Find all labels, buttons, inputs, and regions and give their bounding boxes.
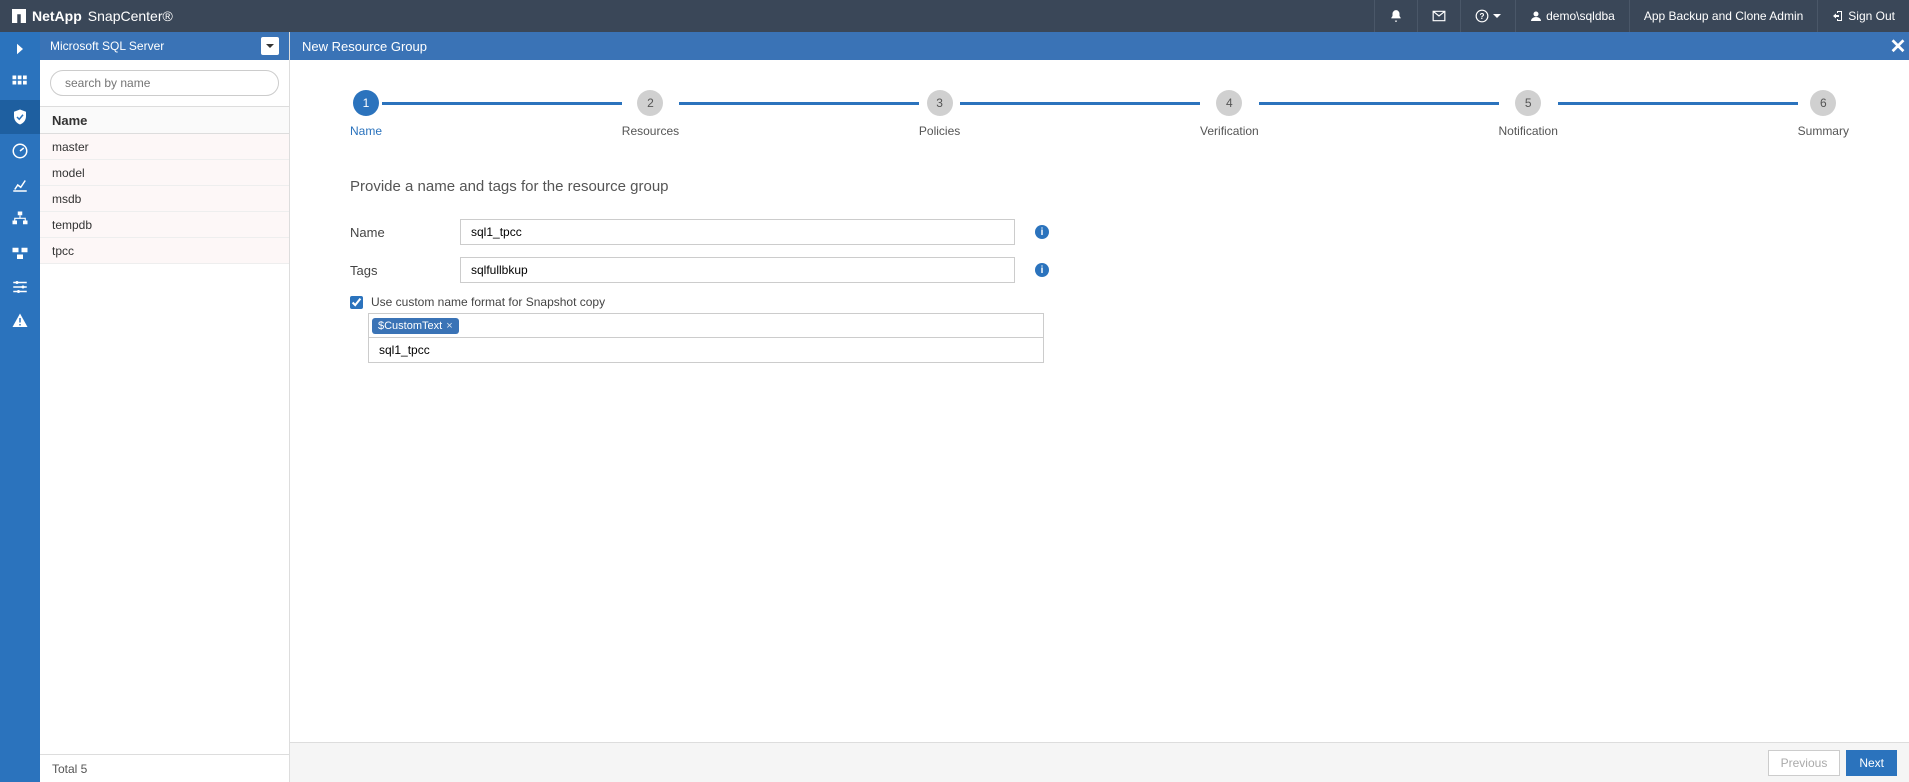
list-item[interactable]: tempdb <box>40 212 289 238</box>
nav-alerts[interactable] <box>0 304 40 338</box>
wizard-connector <box>1259 102 1499 105</box>
wizard-connector <box>960 102 1200 105</box>
wizard-step-name[interactable]: 1 Name <box>350 90 382 138</box>
mail-button[interactable] <box>1417 0 1460 32</box>
wizard-step-notification[interactable]: 5 Notification <box>1499 90 1558 138</box>
remove-tag-icon[interactable]: × <box>446 320 452 332</box>
info-icon[interactable]: i <box>1035 263 1049 277</box>
help-button[interactable]: ? <box>1460 0 1515 32</box>
wizard-step-policies[interactable]: 3 Policies <box>919 90 960 138</box>
mail-icon <box>1432 9 1446 23</box>
list-item[interactable]: msdb <box>40 186 289 212</box>
plugin-dropdown-button[interactable] <box>261 37 279 55</box>
tags-input[interactable] <box>460 257 1015 283</box>
tag-pill-customtext[interactable]: $CustomText × <box>372 318 459 334</box>
nav-rail <box>0 32 40 782</box>
custom-format-label: Use custom name format for Snapshot copy <box>371 295 605 309</box>
custom-format-checkbox[interactable] <box>350 296 363 309</box>
notifications-button[interactable] <box>1374 0 1417 32</box>
shield-icon <box>11 108 29 126</box>
plugin-selector[interactable]: Microsoft SQL Server <box>40 32 289 60</box>
list-item[interactable]: tpcc <box>40 238 289 264</box>
help-icon: ? <box>1475 9 1489 23</box>
nav-monitor[interactable] <box>0 134 40 168</box>
info-icon[interactable]: i <box>1035 225 1049 239</box>
list-item[interactable]: model <box>40 160 289 186</box>
previous-button: Previous <box>1768 750 1841 776</box>
gauge-icon <box>11 142 29 160</box>
brand-product: SnapCenter® <box>88 8 173 24</box>
user-icon <box>1530 10 1542 22</box>
user-menu[interactable]: demo\sqldba <box>1515 0 1629 32</box>
nav-hosts[interactable] <box>0 202 40 236</box>
main-title: New Resource Group <box>302 39 427 54</box>
wizard-connector <box>1558 102 1798 105</box>
nav-settings[interactable] <box>0 270 40 304</box>
chevron-down-icon <box>266 44 274 48</box>
wizard-steps: 1 Name 2 Resources 3 Policies 4 Verifica… <box>350 90 1849 138</box>
alert-icon <box>11 312 29 330</box>
nav-collapse-toggle[interactable] <box>0 32 40 66</box>
nav-dashboard[interactable] <box>0 66 40 100</box>
signout-button[interactable]: Sign Out <box>1817 0 1909 32</box>
sliders-icon <box>11 278 29 296</box>
nav-reports[interactable] <box>0 168 40 202</box>
nav-resources[interactable] <box>0 100 40 134</box>
nav-storage[interactable] <box>0 236 40 270</box>
wizard-step-verification[interactable]: 4 Verification <box>1200 90 1259 138</box>
sidebar-footer: Total 5 <box>40 754 289 782</box>
main-panel: New Resource Group ✕ 1 Name 2 Resources … <box>290 32 1909 782</box>
role-label[interactable]: App Backup and Clone Admin <box>1629 0 1817 32</box>
resource-sidebar: Microsoft SQL Server Name master model m… <box>40 32 290 782</box>
signout-icon <box>1832 10 1844 22</box>
wizard-step-summary[interactable]: 6 Summary <box>1798 90 1849 138</box>
username-label: demo\sqldba <box>1546 9 1615 23</box>
list-column-header[interactable]: Name <box>40 106 289 134</box>
main-header: New Resource Group ✕ <box>290 32 1909 60</box>
wizard-step-resources[interactable]: 2 Resources <box>622 90 679 138</box>
list-item[interactable]: master <box>40 134 289 160</box>
chart-icon <box>11 176 29 194</box>
chevron-right-icon <box>11 40 29 58</box>
grid-icon <box>11 74 29 92</box>
wizard-footer: Previous Next <box>290 742 1909 782</box>
brand: NetApp SnapCenter® <box>0 8 185 24</box>
netapp-logo-icon <box>12 9 26 23</box>
tags-label: Tags <box>350 263 460 278</box>
wizard-connector <box>382 102 622 105</box>
close-button[interactable]: ✕ <box>1886 32 1909 60</box>
storage-icon <box>11 244 29 262</box>
snapshot-tags-box[interactable]: $CustomText × <box>368 313 1044 338</box>
section-title: Provide a name and tags for the resource… <box>350 178 1849 195</box>
next-button[interactable]: Next <box>1846 750 1897 776</box>
brand-company: NetApp <box>32 8 82 24</box>
topbar: NetApp SnapCenter® ? demo\sqldba App Bac… <box>0 0 1909 32</box>
wizard-connector <box>679 102 919 105</box>
name-input[interactable] <box>460 219 1015 245</box>
chevron-down-icon <box>1493 14 1501 18</box>
plugin-label: Microsoft SQL Server <box>50 39 261 53</box>
name-label: Name <box>350 225 460 240</box>
search-input[interactable] <box>50 70 279 96</box>
snapshot-name-input[interactable] <box>368 337 1044 363</box>
hosts-icon <box>11 210 29 228</box>
svg-text:?: ? <box>1480 12 1485 21</box>
bell-icon <box>1389 9 1403 23</box>
